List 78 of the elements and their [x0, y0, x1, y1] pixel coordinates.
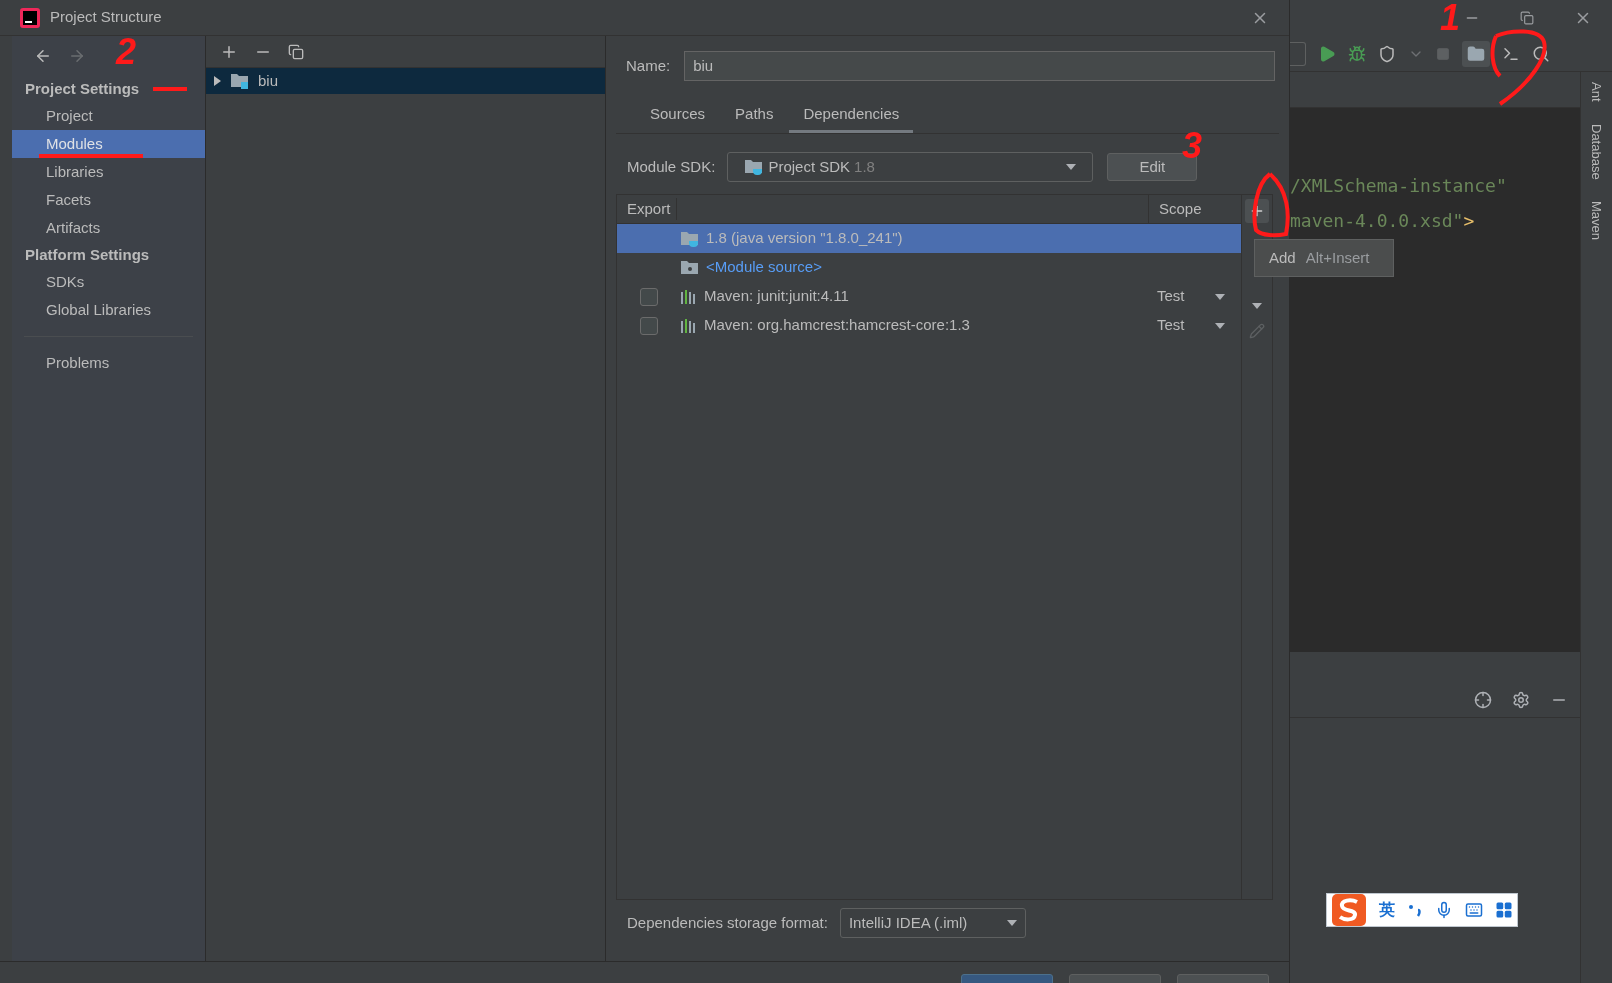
storage-format-label: Dependencies storage format: — [627, 912, 828, 933]
keyboard-icon[interactable] — [1465, 901, 1483, 919]
sidebar-item[interactable]: Project — [12, 102, 205, 130]
tab[interactable]: Sources — [636, 99, 720, 133]
code-token: maven-4.0.0.xsd" — [1290, 209, 1464, 233]
handwritten-number: 2 — [116, 34, 137, 70]
debug-icon[interactable] — [1348, 44, 1366, 63]
search-icon[interactable] — [1532, 44, 1550, 63]
tree-item[interactable]: biu — [206, 68, 605, 94]
tab[interactable]: Dependencies — [789, 99, 914, 133]
project-structure-button[interactable] — [1462, 40, 1490, 67]
dropdown-caret-icon — [1006, 920, 1017, 926]
code-token: /XMLSchema-instance" — [1290, 174, 1507, 198]
folder-icon — [1467, 44, 1485, 63]
sidebar-item[interactable]: SDKs — [12, 268, 205, 296]
annotation-underline-drawing — [150, 84, 190, 94]
scope-value[interactable]: Test — [1157, 314, 1185, 337]
dependency-name: Maven: org.hamcrest:hamcrest-core:1.3 — [704, 315, 970, 336]
dropdown-caret-icon — [1066, 164, 1077, 170]
sdk-folder-icon — [744, 158, 765, 176]
tooltip-shortcut: Alt+Insert — [1305, 247, 1370, 268]
sdk-folder-icon — [680, 229, 700, 248]
expand-arrow-icon[interactable] — [212, 76, 222, 86]
column-header: Export — [617, 197, 677, 221]
module-sdk-label: Module SDK: — [627, 156, 716, 177]
sidebar-item[interactable]: Artifacts — [12, 214, 205, 242]
toolbox-icon[interactable] — [1495, 901, 1513, 919]
storage-format-dropdown[interactable]: IntelliJ IDEA (.iml) — [839, 908, 1026, 938]
scope-caret-icon — [1215, 293, 1225, 300]
dependency-row[interactable]: <Module source> — [617, 253, 1241, 282]
ime-mode[interactable]: 英 — [1379, 898, 1395, 922]
add-icon — [1249, 203, 1265, 219]
section-heading: Project Settings — [25, 78, 140, 99]
code-token: > — [1463, 209, 1475, 233]
name-label: Name: — [626, 55, 671, 76]
dependency-row[interactable]: Maven: junit:junit:4.11 Test — [617, 282, 1241, 311]
coverage-icon[interactable] — [1378, 44, 1396, 63]
export-checkbox[interactable] — [639, 316, 658, 335]
restore-icon[interactable] — [1520, 11, 1534, 25]
dependency-name: <Module source> — [706, 257, 822, 278]
module-folder-icon — [230, 72, 250, 90]
tool-window-tab[interactable]: Maven — [1586, 201, 1607, 241]
sdk-value: Project SDK — [768, 156, 851, 177]
punctuation-icon[interactable] — [1407, 902, 1423, 918]
scope-value[interactable]: Test — [1157, 285, 1185, 308]
annotation-circle-drawing — [1250, 170, 1292, 240]
tool-window-tab[interactable]: Ant — [1586, 82, 1607, 102]
sidebar-item[interactable]: Facets — [12, 186, 205, 214]
handwritten-number: 1 — [1440, 0, 1461, 36]
dependency-name: 1.8 (java version "1.8.0_241") — [706, 228, 903, 249]
dependency-row[interactable]: Maven: org.hamcrest:hamcrest-core:1.3 Test — [617, 311, 1241, 340]
run-icon[interactable] — [1318, 44, 1336, 63]
tool-window-tab[interactable]: Database — [1586, 123, 1607, 180]
section-heading: Platform Settings — [25, 244, 150, 265]
scope-caret-icon — [1215, 322, 1225, 329]
copy-icon[interactable] — [288, 43, 304, 60]
tree-item-label: biu — [258, 70, 279, 91]
name-field[interactable]: biu — [684, 51, 1275, 81]
sdk-dropdown[interactable]: Project SDK 1.8 — [727, 152, 1094, 182]
sidebar-item[interactable]: Problems — [12, 349, 205, 377]
sidebar-item[interactable]: Global Libraries — [12, 296, 205, 324]
dialog-title: Project Structure — [50, 7, 162, 28]
locate-icon[interactable] — [1474, 690, 1492, 709]
library-bars-icon — [680, 288, 698, 305]
microphone-icon[interactable] — [1435, 901, 1453, 919]
column-header: Scope — [1158, 198, 1203, 219]
sidebar-item[interactable]: Modules — [12, 130, 205, 158]
dependency-name: Maven: junit:junit:4.11 — [704, 286, 849, 307]
export-checkbox[interactable] — [639, 287, 658, 306]
sidebar-item[interactable]: Libraries — [12, 158, 205, 186]
app-logo-icon — [20, 7, 40, 28]
library-bars-icon — [680, 317, 698, 334]
move-down-icon — [1252, 303, 1262, 309]
tooltip-label: Add — [1269, 247, 1296, 268]
source-folder-icon — [680, 258, 700, 277]
tab[interactable]: Paths — [721, 99, 788, 133]
settings-icon[interactable] — [1512, 690, 1530, 709]
sdk-version: 1.8 — [854, 156, 875, 177]
